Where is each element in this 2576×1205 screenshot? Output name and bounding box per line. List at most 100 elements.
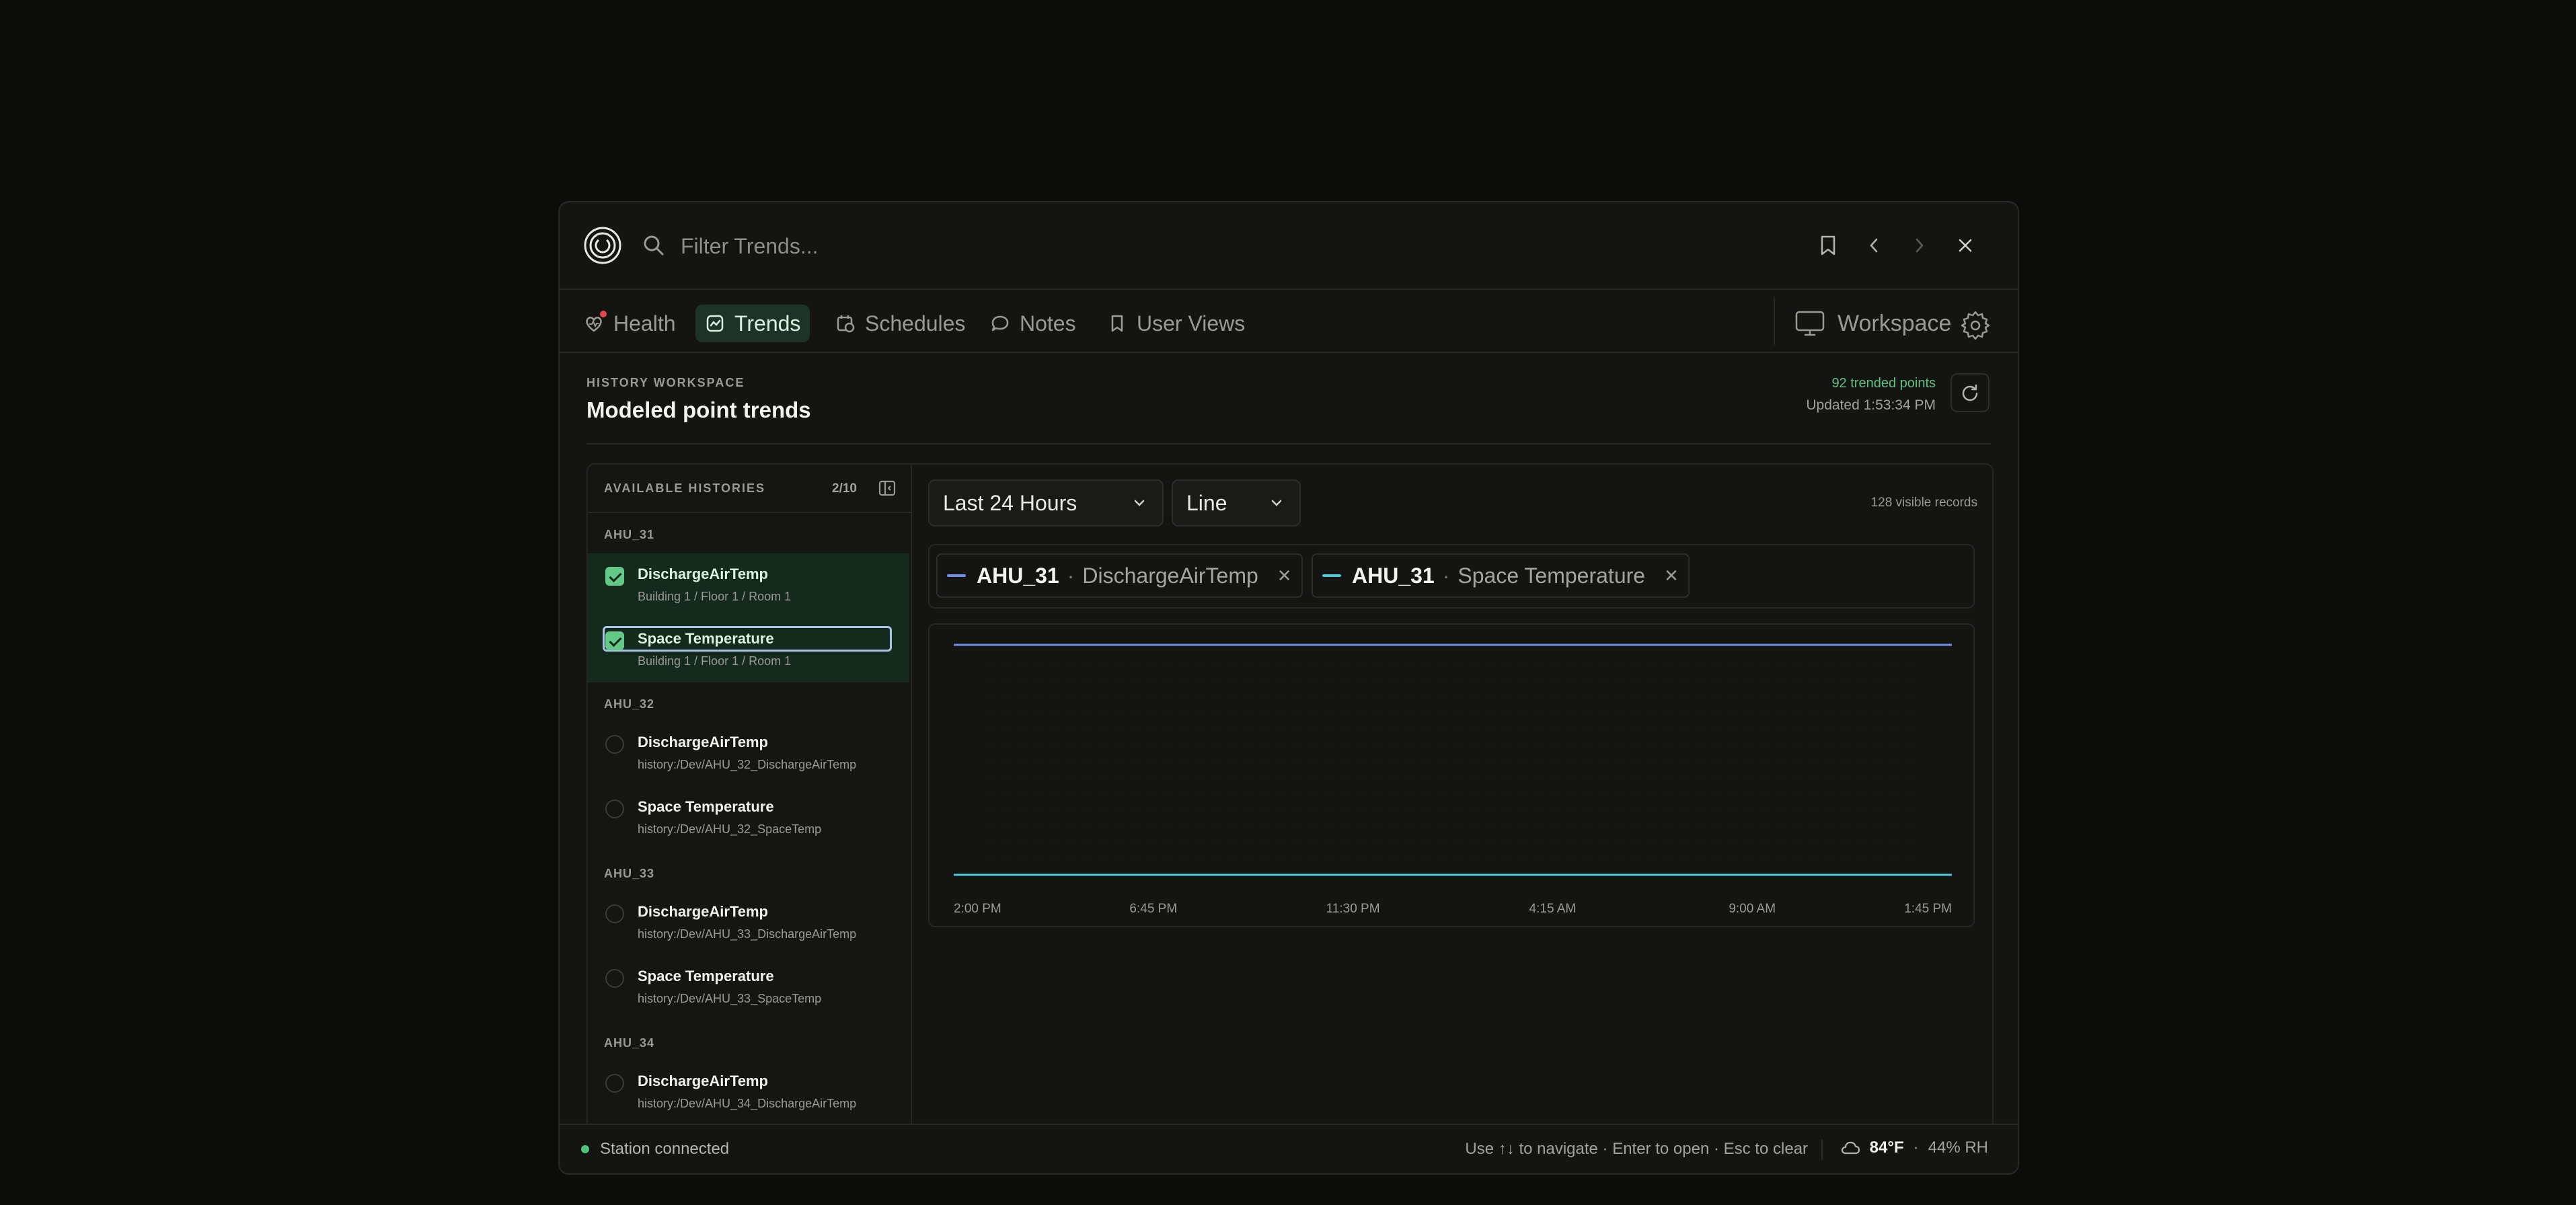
nav-bar: Health Trends Schedules Notes User Views xyxy=(560,290,2018,353)
refresh-icon xyxy=(1962,384,1978,401)
cloud-icon xyxy=(1841,1141,1860,1155)
chevron-down-icon xyxy=(1271,500,1282,506)
chart-svg: 2:00 PM 6:45 PM 11:30 PM 4:15 AM 9:00 AM 1:45… xyxy=(954,644,1952,916)
tab-trends-label: Trends xyxy=(734,311,801,336)
series-chip[interactable]: AHU_31 · DischargeAirTemp ✕ xyxy=(936,553,1303,598)
item-path: Building 1 / Floor 1 / Room 1 xyxy=(638,654,792,668)
tab-trends[interactable]: Trends xyxy=(695,305,810,342)
tab-health[interactable]: Health xyxy=(574,305,685,342)
health-alert-dot xyxy=(600,311,607,317)
tab-schedules[interactable]: Schedules xyxy=(826,305,975,342)
connection-status-dot xyxy=(581,1145,589,1153)
tab-user-views[interactable]: User Views xyxy=(1098,305,1254,342)
search-icon xyxy=(644,235,664,256)
checkbox[interactable] xyxy=(605,735,624,754)
item-name: Space Temperature xyxy=(638,798,774,815)
tab-user-views-label: User Views xyxy=(1137,311,1246,336)
list-item[interactable]: Space Temperature Building 1 / Floor 1 /… xyxy=(588,618,909,683)
bookmark-icon xyxy=(1821,235,1835,256)
x-tick-label: 4:15 AM xyxy=(1529,902,1577,916)
checkbox[interactable] xyxy=(605,969,624,988)
bookmark-button[interactable] xyxy=(1805,229,1851,262)
visible-records-count: 128 visible records xyxy=(1870,496,1977,510)
x-tick-label: 11:30 PM xyxy=(1326,902,1380,916)
nav-divider xyxy=(1774,297,1775,345)
list-item[interactable]: DischargeAirTemp history:/Dev/AHU_33_Dis… xyxy=(588,891,909,956)
item-path: history:/Dev/AHU_33_SpaceTemp xyxy=(638,992,822,1005)
item-path: history:/Dev/AHU_34_DischargeAirTemp xyxy=(638,1097,857,1110)
search-bar xyxy=(560,202,2018,290)
chart-type-value: Line xyxy=(1186,490,1227,515)
updated-timestamp: Updated 1:53:34 PM xyxy=(1806,397,1936,413)
workspace-label: Workspace xyxy=(1838,310,1952,336)
item-name: Space Temperature xyxy=(638,630,774,647)
series-separator: · xyxy=(1442,563,1450,588)
list-item[interactable]: DischargeAirTemp history:/Dev/AHU_32_Dis… xyxy=(588,722,909,786)
remove-series-icon[interactable]: ✕ xyxy=(1277,566,1292,586)
group-label: AHU_33 xyxy=(604,867,655,880)
status-divider xyxy=(1821,1140,1823,1160)
item-path: history:/Dev/AHU_32_DischargeAirTemp xyxy=(638,758,857,771)
heart-pulse-icon xyxy=(584,311,607,334)
series-legend: AHU_31 · DischargeAirTemp ✕ AHU_31 · Spa… xyxy=(928,544,1975,609)
checkbox[interactable] xyxy=(605,1074,624,1093)
outdoor-temp: 84°F xyxy=(1869,1138,1904,1157)
selection-count: 2/10 xyxy=(832,481,857,496)
tab-notes-label: Notes xyxy=(1020,311,1076,336)
series-point: Space Temperature xyxy=(1457,563,1646,588)
header-divider xyxy=(586,443,1991,444)
chart-grid xyxy=(989,664,1911,859)
app-logo-icon xyxy=(584,227,621,264)
close-button[interactable] xyxy=(1942,229,1988,262)
series-chip[interactable]: AHU_31 · Space Temperature ✕ xyxy=(1312,553,1690,598)
histories-sidebar: AVAILABLE HISTORIES 2/10 AHU_31 Discharg… xyxy=(588,465,912,1173)
range-select[interactable]: Last 24 Hours xyxy=(928,479,1164,527)
list-item[interactable]: Space Temperature history:/Dev/AHU_32_Sp… xyxy=(588,786,909,851)
checkbox[interactable] xyxy=(605,904,624,923)
x-tick-label: 6:45 PM xyxy=(1129,902,1177,916)
series-swatch xyxy=(947,574,966,577)
gear-icon[interactable] xyxy=(1960,310,1991,341)
search-input[interactable] xyxy=(679,225,1691,267)
item-name: DischargeAirTemp xyxy=(638,903,768,920)
weather-separator: · xyxy=(1913,1138,1919,1157)
status-bar: Station connected Use ↑↓ to navigate · E… xyxy=(560,1124,2018,1173)
monitor-icon xyxy=(1795,311,1825,336)
checkbox[interactable] xyxy=(605,631,624,650)
history-panel: AVAILABLE HISTORIES 2/10 AHU_31 Discharg… xyxy=(586,463,1994,1173)
list-item[interactable]: DischargeAirTemp Building 1 / Floor 1 / … xyxy=(588,553,909,618)
chevron-left-icon xyxy=(1870,238,1878,253)
tab-notes[interactable]: Notes xyxy=(981,305,1086,342)
outdoor-humidity: 44% RH xyxy=(1928,1138,1988,1157)
chevron-down-icon xyxy=(1134,500,1145,506)
forward-button[interactable] xyxy=(1897,229,1942,262)
workspace-button[interactable]: Workspace xyxy=(1794,305,1951,342)
tab-schedules-label: Schedules xyxy=(865,311,966,336)
checkbox[interactable] xyxy=(605,800,624,818)
checkbox[interactable] xyxy=(605,567,624,586)
bookmark-icon xyxy=(1107,313,1127,334)
group-label: AHU_31 xyxy=(604,528,655,541)
chart-type-select[interactable]: Line xyxy=(1172,479,1301,527)
remove-series-icon[interactable]: ✕ xyxy=(1664,566,1679,586)
sidebar-collapse-icon[interactable] xyxy=(877,478,897,498)
item-name: DischargeAirTemp xyxy=(638,566,768,582)
series-point: DischargeAirTemp xyxy=(1082,563,1258,588)
item-name: DischargeAirTemp xyxy=(638,734,768,750)
message-icon xyxy=(990,313,1010,334)
group-label: AHU_34 xyxy=(604,1036,655,1050)
item-path: Building 1 / Floor 1 / Room 1 xyxy=(638,590,792,603)
x-tick-label: 1:45 PM xyxy=(1904,902,1952,916)
list-item[interactable]: DischargeAirTemp history:/Dev/AHU_34_Dis… xyxy=(588,1060,909,1125)
back-button[interactable] xyxy=(1851,229,1897,262)
connection-status: Station connected xyxy=(600,1140,730,1158)
trend-content: Last 24 Hours Line 128 visible records A… xyxy=(911,465,1992,1173)
close-icon xyxy=(1959,239,1972,252)
x-tick-label: 2:00 PM xyxy=(954,902,1001,916)
item-name: Space Temperature xyxy=(638,968,774,984)
refresh-button[interactable] xyxy=(1950,373,1990,412)
page-title: Modeled point trends xyxy=(586,397,811,422)
calendar-clock-icon xyxy=(835,313,856,334)
item-path: history:/Dev/AHU_32_SpaceTemp xyxy=(638,822,822,836)
list-item[interactable]: Space Temperature history:/Dev/AHU_33_Sp… xyxy=(588,956,909,1020)
